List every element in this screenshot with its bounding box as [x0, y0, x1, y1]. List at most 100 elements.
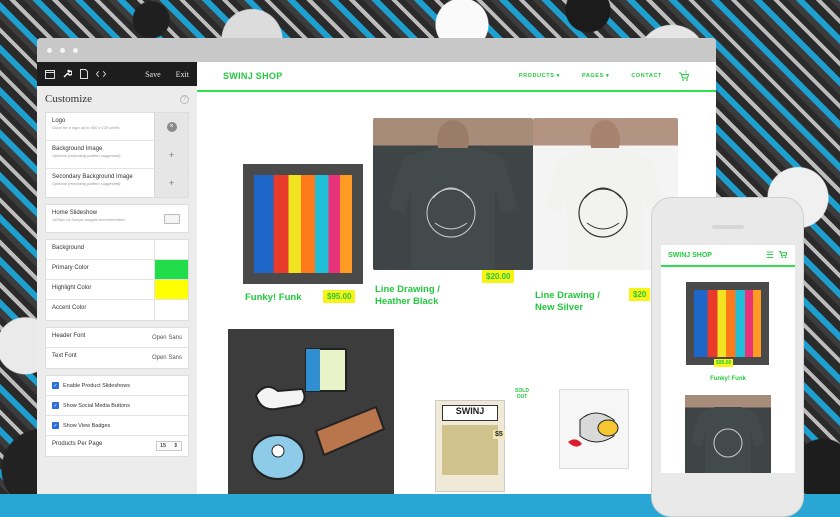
chevron-updown-icon: ⇕	[173, 443, 178, 449]
colors-panel: Background Primary Color Highlight Color…	[45, 239, 189, 321]
customize-sidebar: Save Exit Customize ? Logo Good for a lo…	[37, 62, 197, 494]
fonts-panel: Header Font Open Sans Text Font Open San…	[45, 327, 189, 369]
slideshow-label: Home Slideshow	[52, 210, 98, 216]
add-secondary-background-button[interactable]: +	[154, 169, 188, 197]
product-card[interactable]	[373, 118, 533, 270]
color-swatch[interactable]	[154, 300, 188, 320]
per-page-row: Products Per Page 15 ⇕	[46, 436, 188, 456]
background-image-label: Background Image	[52, 146, 103, 152]
color-row[interactable]: Primary Color	[46, 260, 188, 280]
window-dot[interactable]	[47, 47, 52, 53]
sticker-pack-label: SWINJ	[442, 405, 498, 421]
color-swatch[interactable]	[154, 240, 188, 259]
code-icon[interactable]	[96, 69, 106, 79]
mobile-product-image[interactable]	[686, 282, 769, 365]
mobile-screen: SWINJ SHOP ☰ $95.00 Funky! Funk	[661, 245, 795, 473]
background-image-hint: Optional (repeating pattern suggested)	[52, 153, 121, 158]
color-row[interactable]: Highlight Color	[46, 280, 188, 300]
product-image[interactable]	[373, 118, 533, 270]
product-image[interactable]: SWINJ	[435, 400, 505, 492]
color-label: Background	[52, 245, 85, 251]
remove-logo-button[interactable]: ×	[154, 113, 188, 140]
color-label: Primary Color	[52, 265, 89, 271]
window-dot[interactable]	[60, 47, 65, 53]
option-label: Show View Badges	[63, 422, 111, 429]
product-card[interactable]	[228, 329, 394, 494]
sold-out-badge: SOLD OUT	[515, 388, 529, 400]
slideshow-panel[interactable]: Home Slideshow 1400px by Xsteps images r…	[45, 204, 189, 233]
cart-icon[interactable]: 0	[678, 69, 690, 82]
wrench-icon[interactable]	[62, 69, 72, 79]
product-title[interactable]: Line Drawing / New Silver	[535, 290, 615, 314]
color-label: Accent Color	[52, 305, 87, 311]
slideshow-hint: 1400px by Xsteps images recommended	[52, 217, 125, 222]
product-image[interactable]	[559, 389, 629, 469]
secondary-background-label: Secondary Background Image	[52, 174, 133, 180]
add-background-image-button[interactable]: +	[154, 141, 188, 168]
font-row[interactable]: Header Font Open Sans	[46, 328, 188, 348]
help-icon[interactable]: ?	[180, 94, 189, 104]
checkbox[interactable]: ✓	[52, 402, 59, 409]
store-nav: SWINJ SHOP PRODUCTS ▾ PAGES ▾ CONTACT 0	[197, 62, 716, 92]
font-row[interactable]: Text Font Open Sans	[46, 348, 188, 368]
mobile-product-title[interactable]: Funky! Funk	[661, 376, 795, 382]
nav-contact[interactable]: CONTACT	[631, 73, 662, 79]
mobile-logo[interactable]: SWINJ SHOP	[668, 252, 762, 259]
option-row[interactable]: ✓ Show Social Media Buttons	[46, 396, 188, 416]
font-label: Header Font	[52, 333, 86, 339]
mobile-nav: SWINJ SHOP ☰	[661, 245, 795, 267]
file-icon[interactable]	[79, 69, 89, 79]
slideshow-row[interactable]: Home Slideshow 1400px by Xsteps images r…	[46, 205, 188, 232]
logo-row: Logo Good for a logo up to 600 x 130 pix…	[46, 113, 188, 141]
store-logo[interactable]: SWINJ SHOP	[223, 71, 283, 81]
menu-icon[interactable]: ☰	[766, 250, 774, 261]
price-badge: $20	[629, 288, 651, 301]
customize-title: Customize	[45, 93, 93, 105]
per-page-select[interactable]: 15 ⇕	[156, 441, 182, 451]
option-row[interactable]: ✓ Show View Badges	[46, 416, 188, 436]
nav-pages[interactable]: PAGES ▾	[582, 73, 609, 79]
window-titlebar	[37, 38, 716, 62]
secondary-background-row: Secondary Background Image Optional (rep…	[46, 169, 188, 197]
price-badge: $5	[493, 430, 505, 439]
images-panel: Logo Good for a logo up to 600 x 130 pix…	[45, 112, 189, 198]
customize-header: Customize ?	[37, 86, 197, 112]
color-swatch[interactable]	[154, 280, 188, 299]
product-image[interactable]	[243, 164, 363, 284]
color-swatch[interactable]	[154, 260, 188, 279]
product-card[interactable]	[559, 389, 629, 469]
product-image[interactable]	[228, 329, 394, 494]
window-dot[interactable]	[73, 47, 78, 53]
font-value[interactable]: Open Sans	[146, 328, 188, 347]
save-button[interactable]: Save	[145, 70, 161, 79]
layout-icon[interactable]	[45, 69, 55, 79]
font-value[interactable]: Open Sans	[146, 348, 188, 368]
option-row[interactable]: ✓ Enable Product Slideshows	[46, 376, 188, 396]
product-card[interactable]	[243, 164, 363, 284]
exit-button[interactable]: Exit	[176, 70, 189, 79]
cart-icon[interactable]	[778, 249, 788, 261]
phone-speaker	[712, 225, 744, 229]
product-title[interactable]: Funky! Funk	[245, 292, 325, 304]
mobile-product-image[interactable]	[685, 395, 771, 473]
nav-products[interactable]: PRODUCTS ▾	[519, 73, 560, 79]
checkbox[interactable]: ✓	[52, 422, 59, 429]
option-label: Enable Product Slideshows	[63, 382, 130, 389]
checkbox[interactable]: ✓	[52, 382, 59, 389]
option-label: Show Social Media Buttons	[63, 402, 130, 409]
product-card[interactable]: SWINJ	[435, 400, 505, 492]
font-label: Text Font	[52, 353, 77, 359]
store-preview: SWINJ SHOP PRODUCTS ▾ PAGES ▾ CONTACT 0 …	[197, 62, 716, 494]
product-title[interactable]: Line Drawing / Heather Black	[375, 284, 465, 308]
mobile-price-badge: $95.00	[714, 359, 734, 367]
color-label: Highlight Color	[52, 285, 92, 291]
close-icon: ×	[166, 121, 177, 132]
color-row[interactable]: Accent Color	[46, 300, 188, 320]
secondary-background-hint: Optional (repeating pattern suggested)	[52, 181, 121, 186]
sidebar-toolbar: Save Exit	[37, 62, 197, 86]
slideshow-icon	[164, 213, 180, 224]
color-row[interactable]: Background	[46, 240, 188, 260]
logo-label: Logo	[52, 118, 66, 124]
per-page-label: Products Per Page	[52, 441, 103, 447]
price-badge: $95.00	[323, 290, 356, 303]
